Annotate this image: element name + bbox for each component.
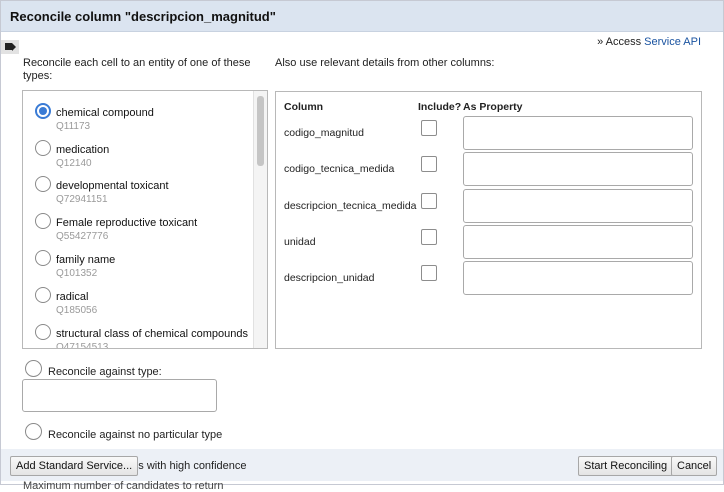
include-checkbox[interactable] <box>421 120 437 136</box>
access-prefix: » Access <box>597 36 645 48</box>
type-input[interactable] <box>22 379 217 412</box>
include-checkbox[interactable] <box>421 265 437 281</box>
type-item[interactable]: structural class of chemical compounds Q… <box>23 324 253 349</box>
type-radio-checked[interactable] <box>35 103 51 119</box>
type-item[interactable]: family name Q101352 <box>23 250 253 286</box>
type-id: Q11173 <box>56 121 91 132</box>
column-name: codigo_tecnica_medida <box>284 163 395 175</box>
type-item[interactable]: radical Q185056 <box>23 287 253 323</box>
max-candidates-label: Maximum number of candidates to return <box>23 480 224 492</box>
type-radio[interactable] <box>35 287 51 303</box>
scroll-thumb[interactable] <box>257 96 264 166</box>
type-name: developmental toxicant <box>56 180 169 192</box>
property-input[interactable] <box>463 152 693 186</box>
property-input[interactable] <box>463 261 693 295</box>
property-input[interactable] <box>463 116 693 150</box>
type-name: family name <box>56 254 116 266</box>
property-input[interactable] <box>463 225 693 259</box>
auto-match-label: ates with high confidence <box>123 460 247 472</box>
column-name: unidad <box>284 236 316 248</box>
type-id: Q12140 <box>56 158 92 169</box>
types-scrollbar[interactable] <box>253 91 267 348</box>
start-reconciling-button[interactable]: Start Reconciling <box>578 456 674 476</box>
type-item[interactable]: developmental toxicant Q72941151 <box>23 176 253 212</box>
type-radio[interactable] <box>35 140 51 156</box>
reconcile-no-type-radio[interactable] <box>25 423 42 440</box>
column-header: Column <box>284 101 324 113</box>
include-checkbox[interactable] <box>421 156 437 172</box>
type-radio[interactable] <box>35 213 51 229</box>
property-input[interactable] <box>463 189 693 223</box>
property-header: As Property <box>463 101 523 113</box>
type-name: structural class of chemical compounds <box>56 328 248 340</box>
type-name: chemical compound <box>56 107 154 119</box>
type-id: Q47154513 <box>56 342 109 349</box>
include-checkbox[interactable] <box>421 229 437 245</box>
details-description: Also use relevant details from other col… <box>275 57 495 69</box>
tag-icon[interactable] <box>1 40 19 54</box>
type-radio[interactable] <box>35 250 51 266</box>
type-item[interactable]: chemical compound Q11173 <box>23 103 253 139</box>
types-list[interactable]: chemical compound Q11173 medication Q121… <box>22 90 268 349</box>
include-header: Include? <box>418 101 462 113</box>
access-service-line: » Access Service API <box>597 36 701 48</box>
reconcile-no-type-label: Reconcile against no particular type <box>48 429 223 441</box>
type-id: Q185056 <box>56 305 98 316</box>
type-id: Q101352 <box>56 268 98 279</box>
reconcile-dialog: Reconcile column "descripcion_magnitud" … <box>0 0 724 492</box>
reconcile-against-type-label: Reconcile against type: <box>48 366 162 378</box>
type-radio[interactable] <box>35 176 51 192</box>
service-api-link[interactable]: Service API <box>644 36 701 48</box>
add-standard-service-button[interactable]: Add Standard Service... <box>10 456 139 476</box>
dialog-title: Reconcile column "descripcion_magnitud" <box>10 9 276 24</box>
dialog-title-bar[interactable]: Reconcile column "descripcion_magnitud" <box>1 1 723 32</box>
type-id: Q55427776 <box>56 231 109 242</box>
type-item[interactable]: Female reproductive toxicant Q55427776 <box>23 213 253 249</box>
column-name: descripcion_tecnica_medida <box>284 200 417 212</box>
column-name: descripcion_unidad <box>284 272 375 284</box>
cancel-button[interactable]: Cancel <box>671 456 718 476</box>
type-name: radical <box>56 291 89 303</box>
type-item[interactable]: medication Q12140 <box>23 140 253 176</box>
columns-panel: Column Include? As Property codigo_magni… <box>275 91 702 349</box>
include-checkbox[interactable] <box>421 193 437 209</box>
reconcile-against-type-radio[interactable] <box>25 360 42 377</box>
type-id: Q72941151 <box>56 194 108 205</box>
type-radio[interactable] <box>35 324 51 340</box>
types-description: Reconcile each cell to an entity of one … <box>23 57 251 82</box>
column-name: codigo_magnitud <box>284 127 364 139</box>
type-name: Female reproductive toxicant <box>56 217 198 229</box>
type-name: medication <box>56 144 110 156</box>
